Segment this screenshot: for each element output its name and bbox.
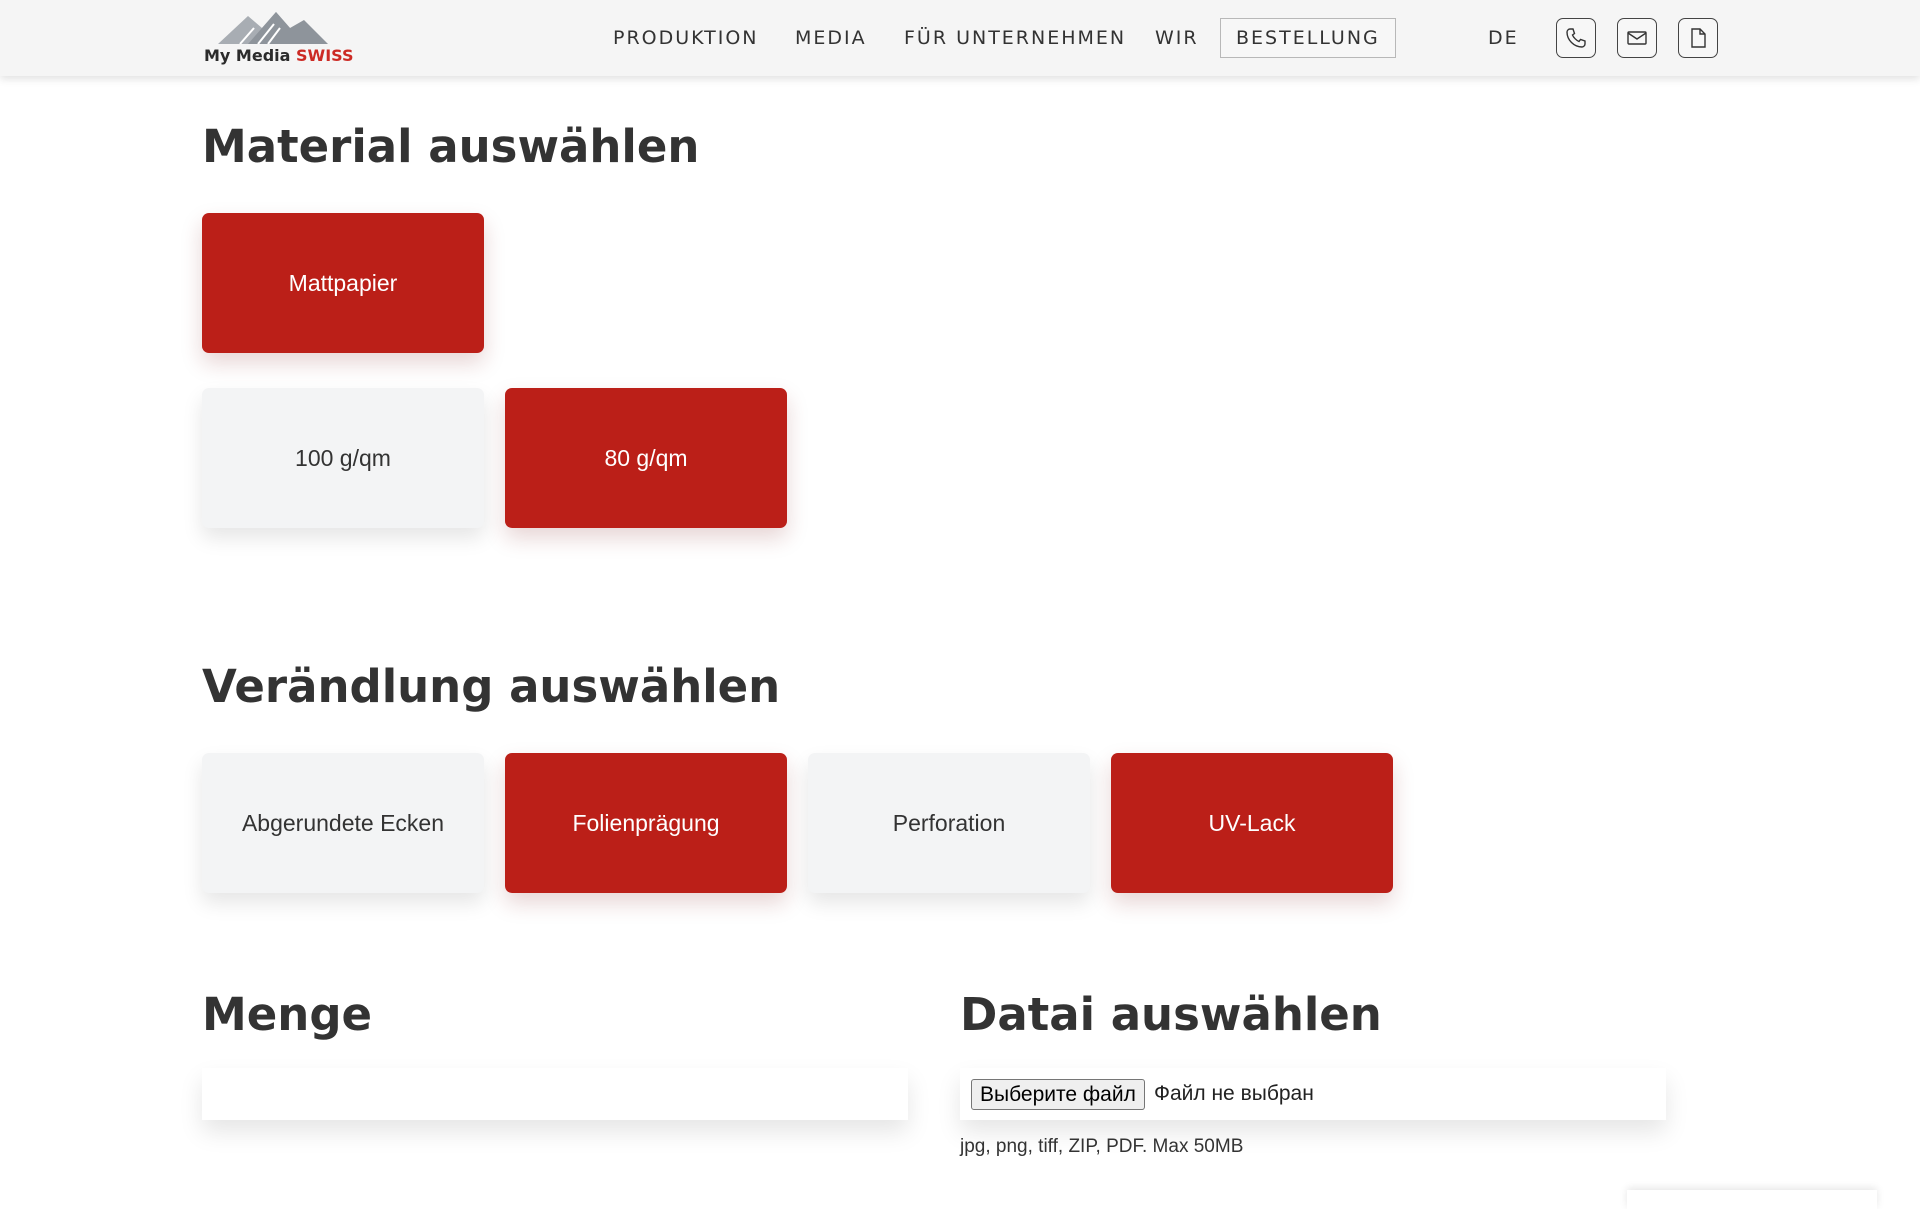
phone-icon [1566, 28, 1586, 48]
finishing-option-abgerundete-ecken[interactable]: Abgerundete Ecken [202, 753, 484, 893]
logo-text-main: My Media [204, 46, 291, 65]
document-button[interactable] [1678, 18, 1718, 58]
weight-option-100[interactable]: 100 g/qm [202, 388, 484, 528]
nav-wir[interactable]: WIR [1155, 27, 1199, 49]
mountain-logo-icon [218, 12, 328, 44]
choose-file-button[interactable]: Выберите файл [971, 1079, 1145, 1110]
floating-card [1627, 1190, 1877, 1209]
material-section-title: Material auswählen [202, 120, 700, 173]
mail-button[interactable] [1617, 18, 1657, 58]
finishing-section-title: Verändlung auswählen [202, 660, 781, 713]
quantity-section-title: Menge [202, 988, 373, 1041]
site-header: My Media SWISS PRODUKTION MEDIA FÜR UNTE… [0, 0, 1920, 76]
material-option-mattpapier[interactable]: Mattpapier [202, 213, 484, 353]
quantity-input[interactable] [202, 1068, 908, 1120]
file-format-hint: jpg, png, tiff, ZIP, PDF. Max 50MB [960, 1136, 1244, 1157]
document-icon [1691, 28, 1706, 48]
phone-button[interactable] [1556, 18, 1596, 58]
file-section-title: Datai auswählen [960, 988, 1382, 1041]
nav-produktion[interactable]: PRODUKTION [613, 27, 759, 49]
finishing-option-perforation[interactable]: Perforation [808, 753, 1090, 893]
logo[interactable]: My Media SWISS [202, 10, 353, 68]
nav-media[interactable]: MEDIA [795, 27, 867, 49]
weight-option-80[interactable]: 80 g/qm [505, 388, 787, 528]
language-switcher[interactable]: DE [1488, 27, 1519, 49]
finishing-option-folienpraegung[interactable]: Folienprägung [505, 753, 787, 893]
logo-text-accent: SWISS [296, 46, 354, 65]
file-status: Файл не выбран [1154, 1082, 1314, 1105]
file-input[interactable]: Выберите файл Файл не выбран [960, 1068, 1666, 1120]
finishing-option-uv-lack[interactable]: UV-Lack [1111, 753, 1393, 893]
nav-fuer-unternehmen[interactable]: FÜR UNTERNEHMEN [904, 27, 1126, 49]
mail-icon [1627, 31, 1647, 45]
logo-text: My Media SWISS [204, 46, 353, 65]
nav-bestellung[interactable]: BESTELLUNG [1220, 18, 1396, 58]
